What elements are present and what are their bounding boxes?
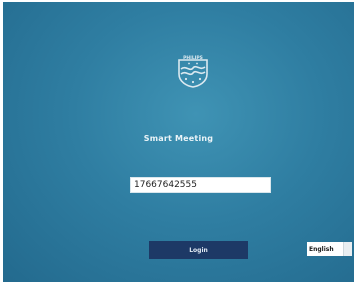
philips-shield-logo-icon: PHILIPS [178,55,208,88]
app-title: Smart Meeting [143,134,214,143]
login-screen: PHILIPS Smart Meeting Login English [3,2,354,282]
language-select[interactable]: English [307,242,352,256]
logo-wordmark: PHILIPS [183,55,203,61]
phone-number-input[interactable] [130,177,271,193]
login-button[interactable]: Login [149,241,248,259]
language-selected-label: English [309,245,334,253]
dropdown-arrow-icon[interactable] [343,242,352,256]
